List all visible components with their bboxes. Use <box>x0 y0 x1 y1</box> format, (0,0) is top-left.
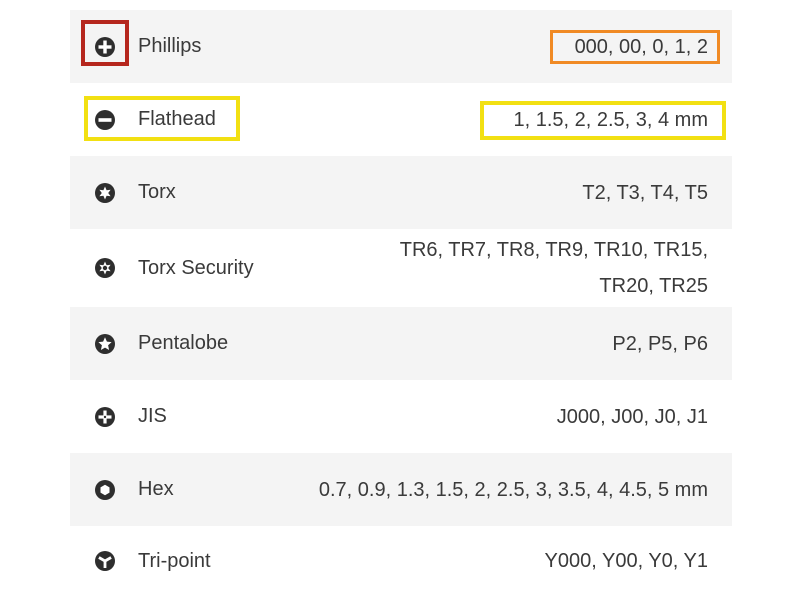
table-row-flathead: Flathead 1, 1.5, 2, 2.5, 3, 4 mm <box>70 83 732 156</box>
bit-sizes: T2, T3, T4, T5 <box>582 181 708 204</box>
torx-icon <box>93 181 117 205</box>
table-row-pentalobe: Pentalobe P2, P5, P6 <box>70 307 732 380</box>
bit-sizes: J000, J00, J0, J1 <box>556 405 708 428</box>
jis-icon <box>93 405 117 429</box>
pentalobe-icon <box>93 332 117 356</box>
table-row-torx: Torx T2, T3, T4, T5 <box>70 156 732 229</box>
bit-sizes: 000, 00, 0, 1, 2 <box>574 35 708 58</box>
bit-type-name: Torx <box>138 181 176 203</box>
torx-security-icon <box>93 256 117 280</box>
table-row-jis: JIS J000, J00, J0, J1 <box>70 380 732 453</box>
table-row-hex: Hex 0.7, 0.9, 1.3, 1.5, 2, 2.5, 3, 3.5, … <box>70 453 732 526</box>
bit-sizes: 0.7, 0.9, 1.3, 1.5, 2, 2.5, 3, 3.5, 4, 4… <box>318 478 708 501</box>
bit-type-name: Torx Security <box>138 256 254 279</box>
flathead-icon <box>93 108 117 132</box>
table-row-torx-security: Torx Security TR6, TR7, TR8, TR9, TR10, … <box>70 229 732 307</box>
bit-type-name: Flathead <box>138 108 216 130</box>
bit-type-name: Phillips <box>138 35 202 57</box>
table-row-tri-point: Tri-point Y000, Y00, Y0, Y1 <box>70 526 732 596</box>
bit-types-table: Phillips 000, 00, 0, 1, 2 Flathead 1, 1.… <box>70 10 732 596</box>
bit-type-name: Tri-point <box>138 549 211 572</box>
table-row-phillips: Phillips 000, 00, 0, 1, 2 <box>70 10 732 83</box>
tri-point-icon <box>93 549 117 573</box>
bit-type-name: Hex <box>138 478 174 500</box>
bit-sizes: 1, 1.5, 2, 2.5, 3, 4 mm <box>513 108 708 131</box>
bit-sizes: Y000, Y00, Y0, Y1 <box>544 550 708 572</box>
bit-sizes: TR6, TR7, TR8, TR9, TR10, TR15, TR20, TR… <box>399 239 708 297</box>
bit-type-name: JIS <box>138 405 167 427</box>
bit-type-name: Pentalobe <box>138 332 229 354</box>
bit-sizes: P2, P5, P6 <box>612 332 708 355</box>
hex-icon <box>93 478 117 502</box>
phillips-icon <box>93 35 117 59</box>
